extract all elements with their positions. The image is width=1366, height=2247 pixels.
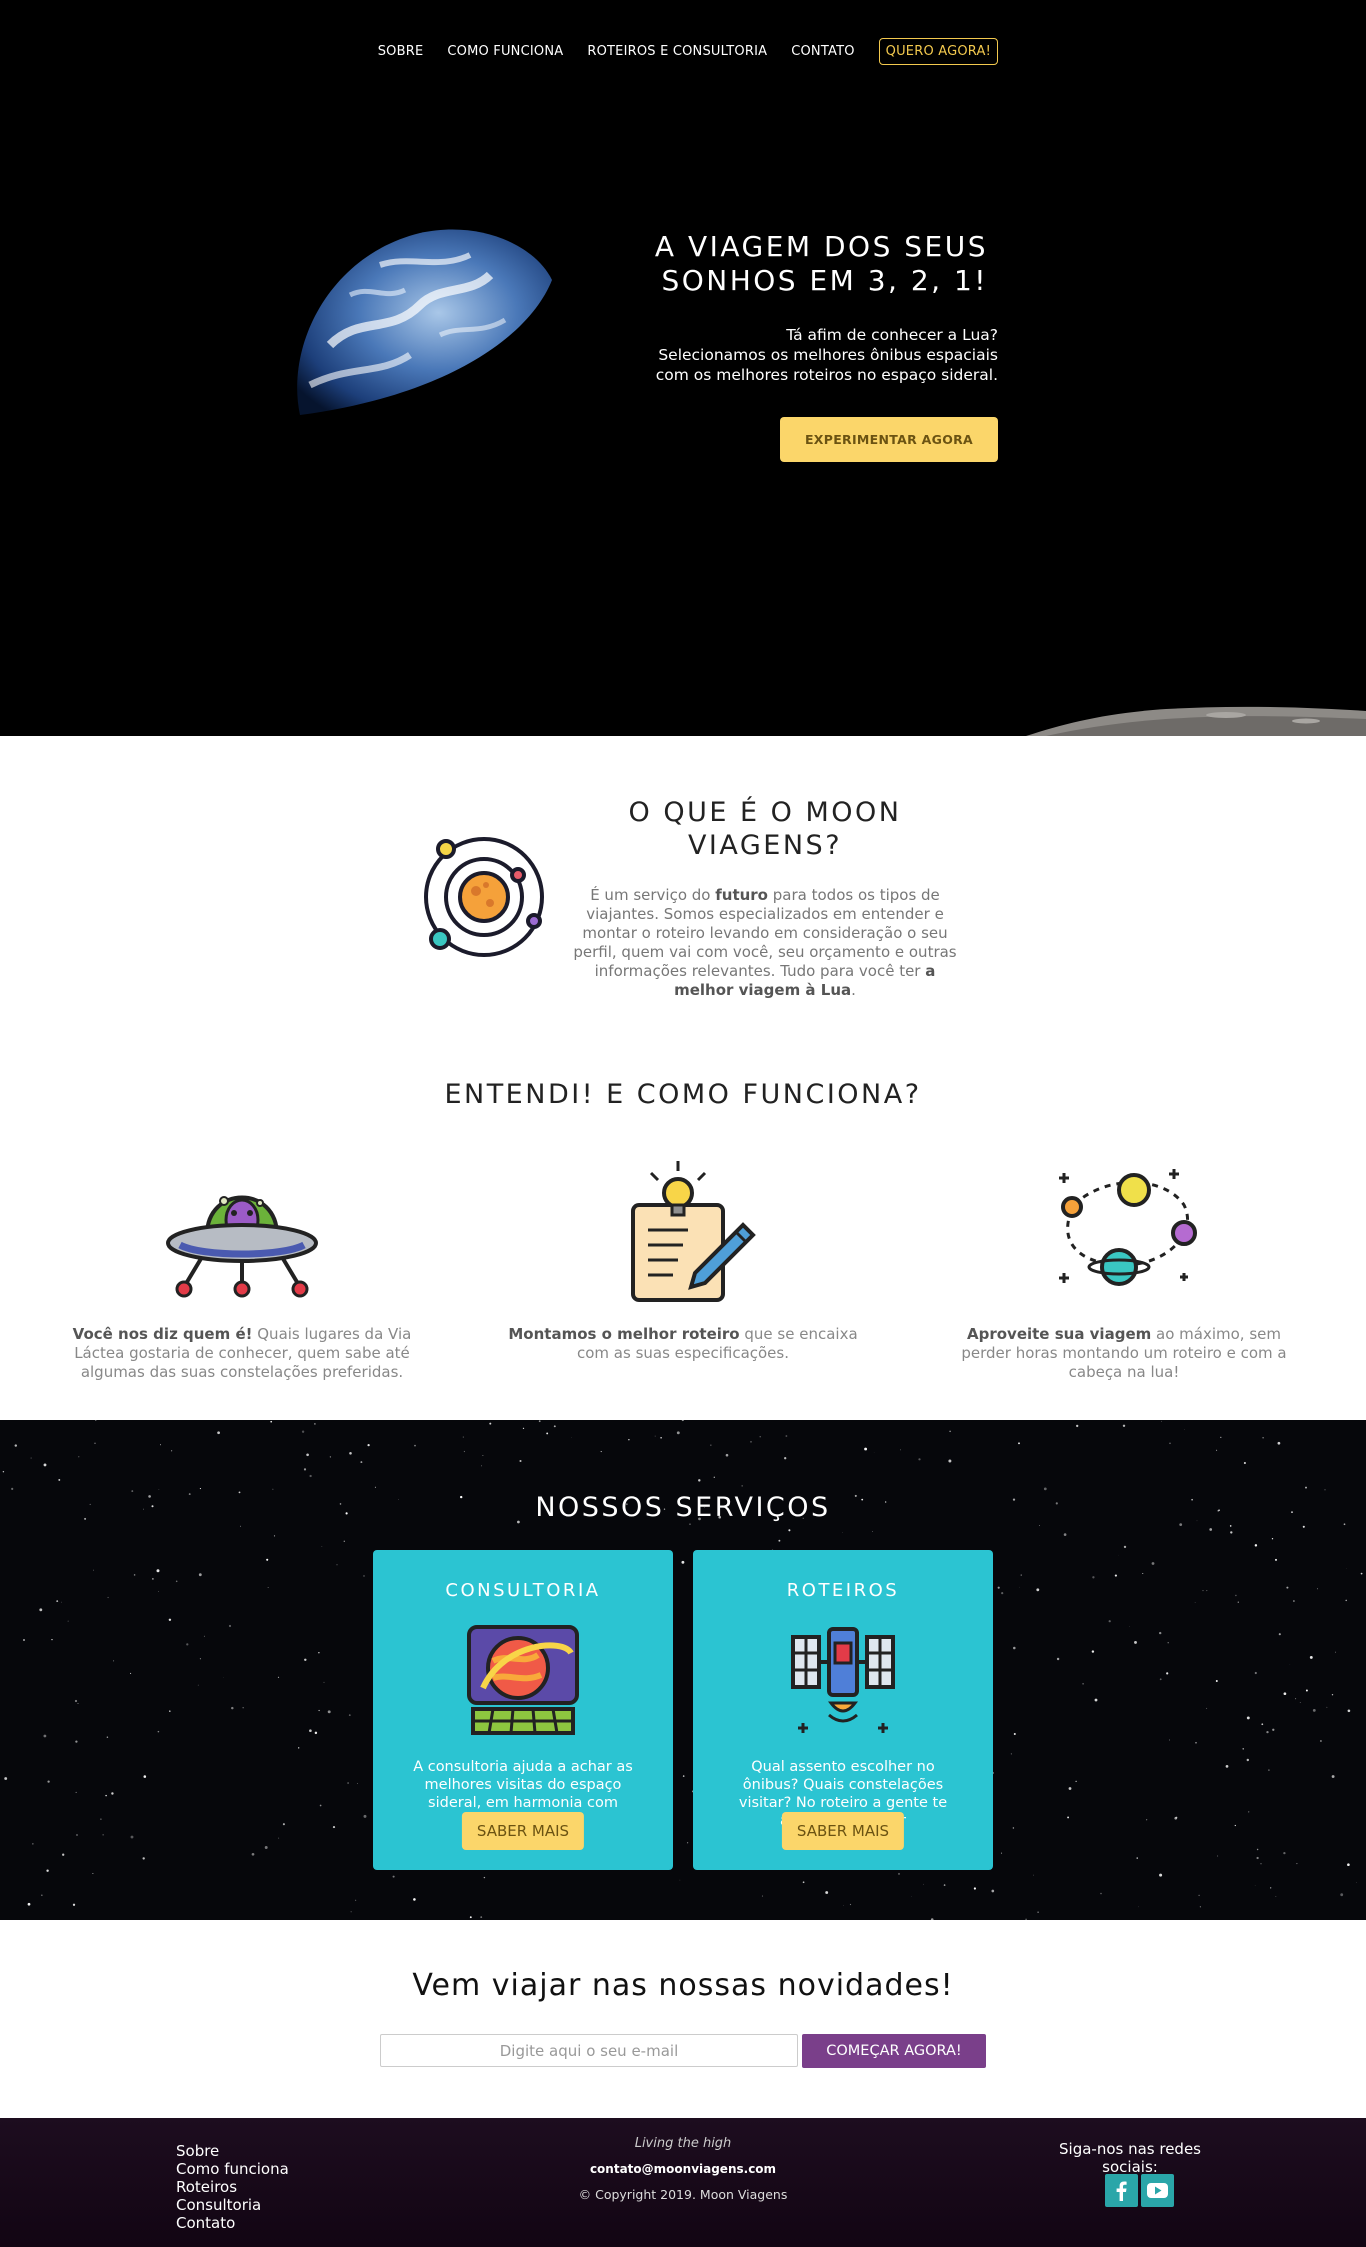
facebook-icon[interactable] <box>1105 2174 1138 2207</box>
nav-cta-button[interactable]: QUERO AGORA! <box>878 38 998 65</box>
footer: Sobre Como funciona Roteiros Consultoria… <box>0 2118 1366 2247</box>
email-input[interactable] <box>380 2034 798 2067</box>
alien-ufo-icon <box>166 1195 318 1298</box>
services-section: NOSSOS SERVIÇOS CONSULTORIA A consultori… <box>0 1420 1366 1920</box>
card-title: CONSULTORIA <box>445 1580 601 1601</box>
nav-item-como-funciona[interactable]: COMO FUNCIONA <box>447 44 563 59</box>
nav-item-contato[interactable]: CONTATO <box>791 44 854 59</box>
comecar-agora-button[interactable]: COMEÇAR AGORA! <box>802 2034 986 2068</box>
step-3-text: Aproveite sua viagem ao máximo, sem perd… <box>961 1325 1287 1381</box>
earth-image <box>297 229 552 416</box>
hero-section: SOBRE COMO FUNCIONA ROTEIROS E CONSULTOR… <box>0 0 1366 736</box>
planets-orbit-icon <box>1059 1169 1197 1286</box>
step-3: Aproveite sua viagem ao máximo, sem perd… <box>934 1155 1314 1382</box>
about-description: É um serviço do futuro para todos os tip… <box>573 886 957 999</box>
social-heading: Siga-nos nas redes sociais: <box>1059 2140 1201 2176</box>
idea-notepad-icon <box>631 1161 756 1302</box>
moon-surface-image <box>1026 706 1366 736</box>
solar-system-icon <box>424 837 544 957</box>
step-2: Montamos o melhor roteiro que se encaixa… <box>493 1155 873 1363</box>
how-it-works-title: ENTENDI! E COMO FUNCIONA? <box>444 1079 922 1110</box>
social-links <box>1105 2174 1174 2207</box>
hero-title: A VIAGEM DOS SEUS SONHOS EM 3, 2, 1! <box>654 230 988 297</box>
nav-item-sobre[interactable]: SOBRE <box>378 44 424 59</box>
saber-mais-roteiros-button[interactable]: SABER MAIS <box>781 1812 905 1850</box>
newsletter-title: Vem viajar nas nossas novidades! <box>412 1968 954 2003</box>
service-card-consultoria: CONSULTORIA A consultoria ajuda a achar … <box>373 1550 673 1870</box>
services-title: NOSSOS SERVIÇOS <box>535 1492 831 1523</box>
step-1-text: Você nos diz quem é! Quais lugares da Vi… <box>72 1325 412 1381</box>
satellite-icon <box>791 1627 895 1733</box>
footer-link-contato[interactable]: Contato <box>176 2214 235 2232</box>
step-1: Você nos diz quem é! Quais lugares da Vi… <box>52 1155 432 1382</box>
experimentar-button[interactable]: EXPERIMENTAR AGORA <box>780 417 998 462</box>
step-2-text: Montamos o melhor roteiro que se encaixa… <box>508 1325 858 1362</box>
nav-item-roteiros[interactable]: ROTEIROS E CONSULTORIA <box>587 44 767 59</box>
about-title: O QUE É O MOON VIAGENS? <box>628 797 902 861</box>
youtube-icon[interactable] <box>1141 2174 1174 2207</box>
saber-mais-consultoria-button[interactable]: SABER MAIS <box>461 1812 585 1850</box>
card-title: ROTEIROS <box>786 1580 900 1601</box>
service-card-roteiros: ROTEIROS Qual assento escolher no ônibus… <box>693 1550 993 1870</box>
top-nav: SOBRE COMO FUNCIONA ROTEIROS E CONSULTOR… <box>378 38 998 65</box>
hero-description: Tá afim de conhecer a Lua? Selecionamos … <box>655 326 998 384</box>
planet-screen-icon <box>467 1625 579 1735</box>
